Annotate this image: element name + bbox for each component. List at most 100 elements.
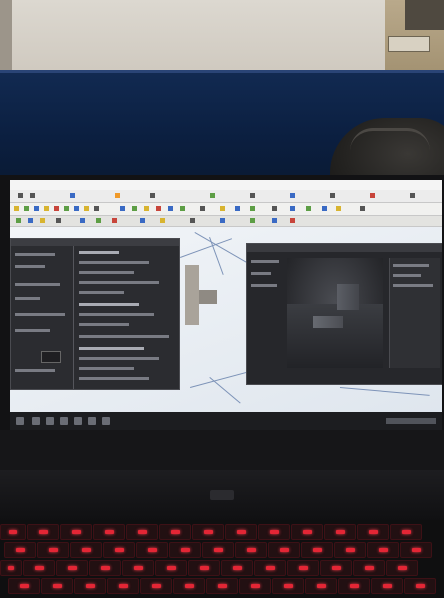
app-icon[interactable] <box>60 417 68 425</box>
tool-icon[interactable] <box>220 206 225 211</box>
tool-icon[interactable] <box>210 193 215 198</box>
panel-row <box>15 297 40 300</box>
keyboard-key <box>404 578 436 594</box>
tool-icon[interactable] <box>16 218 21 223</box>
keyboard-key <box>320 560 352 576</box>
keyboard-key <box>173 578 205 594</box>
panel-row <box>251 284 277 287</box>
tool-icon[interactable] <box>200 206 205 211</box>
keyboard-key <box>287 560 319 576</box>
hinge-vent <box>210 490 234 500</box>
rendered-slab <box>313 316 343 328</box>
keyboard-key <box>371 578 403 594</box>
taskbar <box>10 412 442 430</box>
tool-icon[interactable] <box>235 206 240 211</box>
panel-title-bar <box>11 239 179 246</box>
render-panel[interactable] <box>246 243 442 385</box>
start-icon[interactable] <box>16 417 24 425</box>
rendered-cube <box>337 284 359 310</box>
tool-icon[interactable] <box>80 218 85 223</box>
keyboard-key <box>206 578 238 594</box>
keyboard-key <box>27 524 59 540</box>
tool-icon[interactable] <box>250 218 255 223</box>
command-ribbon <box>10 216 442 227</box>
tool-icon[interactable] <box>112 218 117 223</box>
app-icon[interactable] <box>88 417 96 425</box>
tool-icon[interactable] <box>28 218 33 223</box>
tool-icon[interactable] <box>306 206 311 211</box>
keyboard-key <box>324 524 356 540</box>
tool-icon[interactable] <box>40 218 45 223</box>
panel-row <box>15 265 45 268</box>
panel-divider <box>73 246 74 389</box>
tool-icon[interactable] <box>336 206 341 211</box>
tool-icon[interactable] <box>74 206 79 211</box>
app-icon[interactable] <box>102 417 110 425</box>
tool-icon[interactable] <box>272 218 277 223</box>
keyboard-key <box>0 524 26 540</box>
keyboard-key <box>126 524 158 540</box>
tool-icon[interactable] <box>322 206 327 211</box>
tool-icon[interactable] <box>84 206 89 211</box>
properties-panel[interactable] <box>10 238 180 390</box>
keyboard-key <box>235 542 267 558</box>
laptop-screen <box>10 180 442 430</box>
cad-edge <box>339 387 430 396</box>
tool-icon[interactable] <box>24 206 29 211</box>
partition-edge <box>0 70 444 73</box>
tool-icon[interactable] <box>272 206 277 211</box>
tool-icon[interactable] <box>290 193 295 198</box>
tool-icon[interactable] <box>44 206 49 211</box>
tool-icon[interactable] <box>150 193 155 198</box>
tool-icon[interactable] <box>290 218 295 223</box>
tool-icon[interactable] <box>54 206 59 211</box>
tool-icon[interactable] <box>14 206 19 211</box>
tool-icon[interactable] <box>156 206 161 211</box>
tool-icon[interactable] <box>70 193 75 198</box>
tool-icon[interactable] <box>180 206 185 211</box>
panel-row <box>15 329 50 332</box>
tool-icon[interactable] <box>56 218 61 223</box>
tool-icon[interactable] <box>160 218 165 223</box>
tool-icon[interactable] <box>220 218 225 223</box>
color-swatch[interactable] <box>41 351 61 363</box>
app-icon[interactable] <box>46 417 54 425</box>
tool-icon[interactable] <box>18 193 23 198</box>
tool-icon[interactable] <box>190 218 195 223</box>
tool-icon[interactable] <box>290 206 295 211</box>
keyboard-key <box>188 560 220 576</box>
toolbar-ribbon <box>10 203 442 216</box>
cad-model-ledge <box>199 290 217 304</box>
tool-icon[interactable] <box>120 206 125 211</box>
app-icon[interactable] <box>32 417 40 425</box>
tool-icon[interactable] <box>30 193 35 198</box>
app-icon[interactable] <box>74 417 82 425</box>
wall-shadow <box>0 0 12 75</box>
tool-icon[interactable] <box>144 206 149 211</box>
keyboard-key <box>353 560 385 576</box>
keyboard-key <box>41 578 73 594</box>
tool-icon[interactable] <box>94 206 99 211</box>
tool-icon[interactable] <box>64 206 69 211</box>
render-floor <box>287 304 383 368</box>
tool-icon[interactable] <box>370 193 375 198</box>
tool-icon[interactable] <box>132 206 137 211</box>
panel-row <box>393 284 433 287</box>
tool-icon[interactable] <box>115 193 120 198</box>
panel-row <box>393 274 421 277</box>
tool-icon[interactable] <box>410 193 415 198</box>
keyboard-key <box>136 542 168 558</box>
keyboard-key <box>56 560 88 576</box>
tool-icon[interactable] <box>360 206 365 211</box>
tool-icon[interactable] <box>168 206 173 211</box>
tool-icon[interactable] <box>140 218 145 223</box>
tool-icon[interactable] <box>250 206 255 211</box>
tool-icon[interactable] <box>250 193 255 198</box>
tool-icon[interactable] <box>330 193 335 198</box>
keyboard-key <box>107 578 139 594</box>
tool-icon[interactable] <box>96 218 101 223</box>
tool-icon[interactable] <box>34 206 39 211</box>
system-tray[interactable] <box>386 418 436 424</box>
panel-row <box>15 253 55 256</box>
panel-row <box>15 313 65 316</box>
